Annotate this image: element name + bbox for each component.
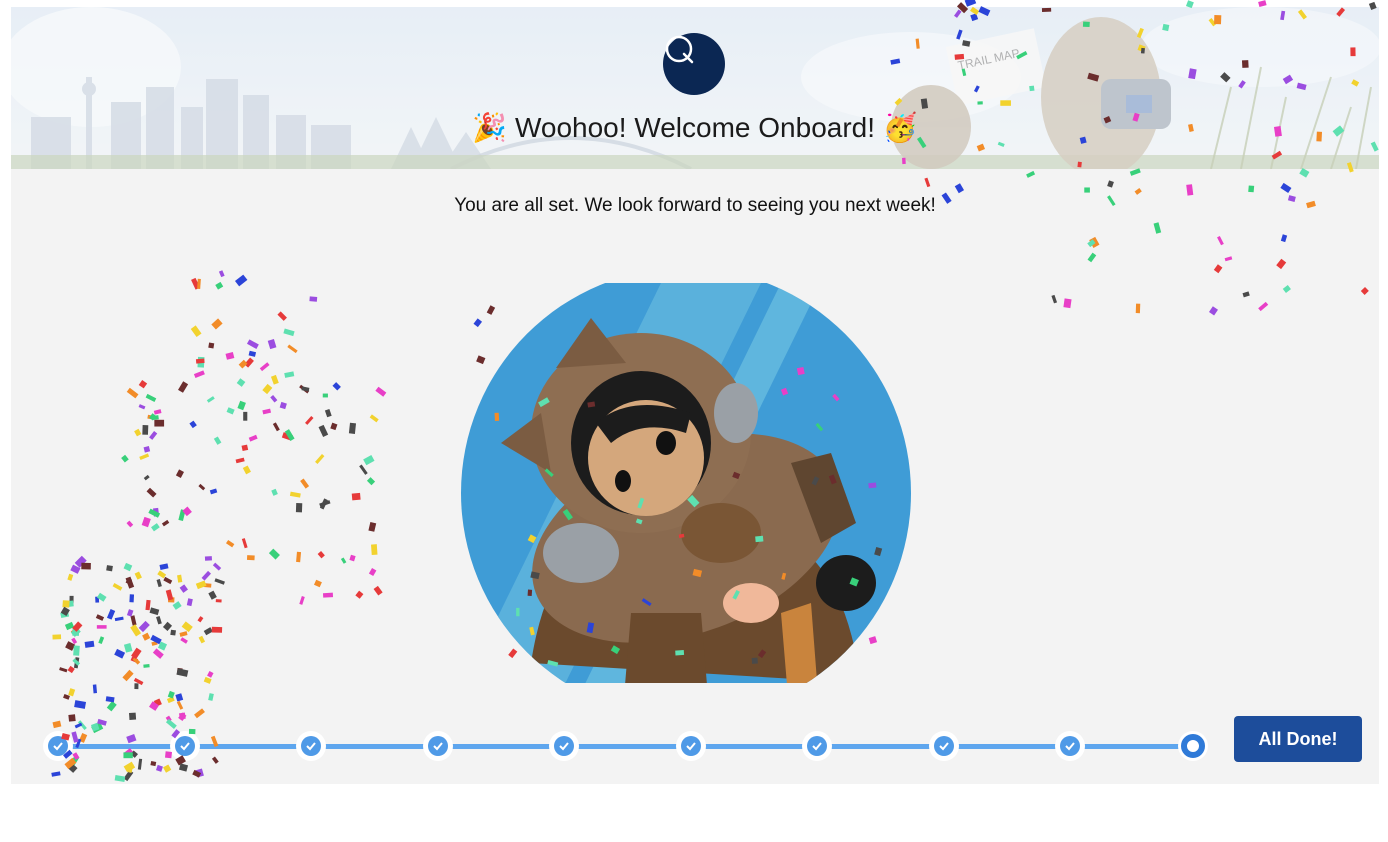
checkmark-icon (1065, 742, 1075, 751)
checkmark-icon (559, 742, 569, 751)
step-8-complete[interactable] (929, 731, 959, 761)
checkmark-icon (686, 742, 696, 751)
checkmark-icon (939, 742, 949, 751)
checkmark-icon (433, 742, 443, 751)
company-logo (663, 33, 725, 95)
confetti-piece (964, 0, 977, 7)
welcome-message: You are all set. We look forward to seei… (454, 195, 936, 216)
step-3-complete[interactable] (296, 731, 326, 761)
q-logo-icon (665, 35, 694, 64)
progress-stepper (11, 715, 1379, 765)
page-title: 🎉 Woohoo! Welcome Onboard! 🥳 (472, 112, 918, 143)
progress-track (57, 744, 1193, 749)
confetti-piece (1258, 0, 1267, 8)
step-7-complete[interactable] (802, 731, 832, 761)
step-4-complete[interactable] (423, 731, 453, 761)
onboarding-card: TRAIL MAP 🎉 Woohoo! Welcome Onboard! 🥳 Y… (11, 7, 1379, 784)
step-10-current[interactable] (1178, 731, 1208, 761)
step-9-complete[interactable] (1055, 731, 1085, 761)
checkmark-icon (180, 742, 190, 751)
header-banner: TRAIL MAP 🎉 Woohoo! Welcome Onboard! 🥳 (11, 7, 1379, 169)
step-6-complete[interactable] (676, 731, 706, 761)
step-5-complete[interactable] (549, 731, 579, 761)
all-done-button[interactable]: All Done! (1234, 716, 1362, 762)
astro-illustration (461, 283, 911, 683)
step-2-complete[interactable] (170, 731, 200, 761)
checkmark-icon (53, 742, 63, 751)
checkmark-icon (812, 742, 822, 751)
checkmark-icon (306, 742, 316, 751)
step-1-complete[interactable] (43, 731, 73, 761)
